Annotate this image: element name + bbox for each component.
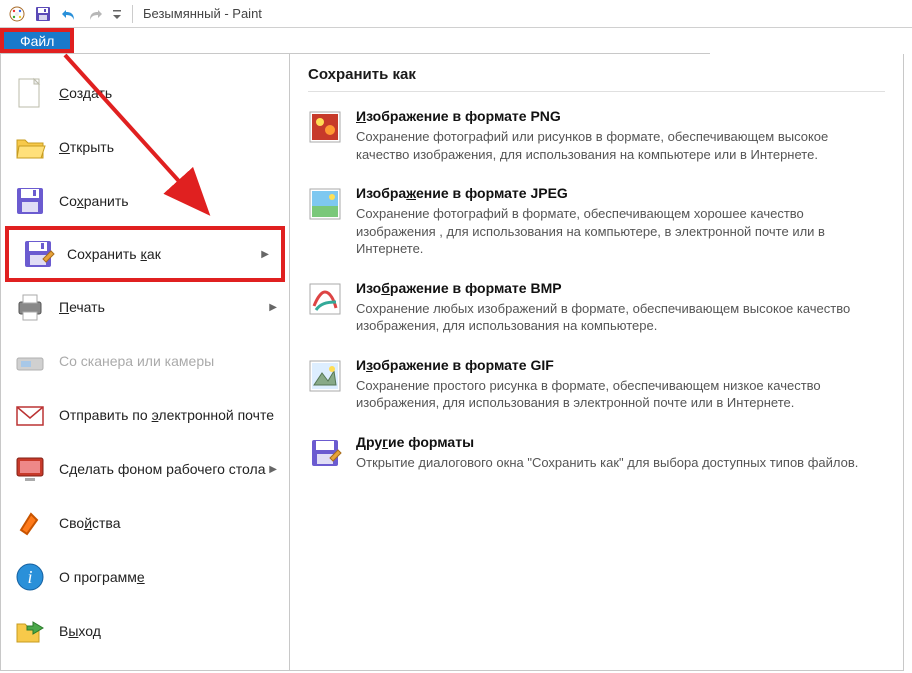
menu-item-saveas[interactable]: Сохранить как ▶ (5, 226, 285, 282)
menu-item-print[interactable]: Печать ▶ (1, 280, 289, 334)
submenu-arrow-icon: ▶ (269, 302, 277, 313)
menu-item-email[interactable]: Отправить по электронной почте (1, 388, 289, 442)
save-icon[interactable] (34, 5, 52, 23)
submenu-item-title: Изображение в формате GIF (356, 357, 885, 373)
submenu-item-desc: Сохранение простого рисунка в формате, о… (356, 377, 885, 412)
properties-icon (13, 506, 47, 540)
menu-label: Печать (59, 299, 105, 315)
menu-label: Сделать фоном рабочего стола (59, 461, 266, 477)
submenu-item-gif[interactable]: Изображение в формате GIF Сохранение про… (308, 349, 885, 426)
menu-label: Открыть (59, 139, 114, 155)
window-title: Безымянный - Paint (143, 6, 262, 21)
submenu-item-png[interactable]: Изображение в формате PNG Сохранение фот… (308, 100, 885, 177)
print-icon (13, 290, 47, 324)
tab-file-label: Файл (20, 33, 54, 49)
email-icon (13, 398, 47, 432)
undo-icon[interactable] (60, 5, 78, 23)
submenu-arrow-icon: ▶ (269, 464, 277, 475)
submenu-item-desc: Сохранение фотографий в формате, обеспеч… (356, 205, 885, 258)
about-icon: i (13, 560, 47, 594)
menu-item-properties[interactable]: Свойства (1, 496, 289, 550)
saveas-disk-icon (21, 237, 55, 271)
open-folder-icon (13, 130, 47, 164)
title-bar: Безымянный - Paint (0, 0, 912, 28)
exit-icon (13, 614, 47, 648)
menu-item-scanner: Со сканера или камеры (1, 334, 289, 388)
submenu-item-title: Изображение в формате BMP (356, 280, 885, 296)
customize-dropdown-icon[interactable] (112, 5, 122, 23)
bmp-icon (308, 282, 342, 316)
menu-item-wallpaper[interactable]: Сделать фоном рабочего стола ▶ (1, 442, 289, 496)
menu-label: Выход (59, 623, 101, 639)
menu-label: Свойства (59, 515, 121, 531)
svg-text:i: i (27, 567, 32, 587)
separator (132, 5, 133, 23)
submenu-item-other[interactable]: Другие форматы Открытие диалогового окна… (308, 426, 885, 486)
menu-item-exit[interactable]: Выход (1, 604, 289, 658)
menu-item-open[interactable]: Открыть (1, 120, 289, 174)
submenu-item-desc: Открытие диалогового окна "Сохранить как… (356, 454, 885, 472)
app-icon (8, 5, 26, 23)
submenu-item-title: Изображение в формате JPEG (356, 185, 885, 201)
menu-label: Сохранить (59, 193, 129, 209)
menu-item-save[interactable]: Сохранить (1, 174, 289, 228)
new-file-icon (13, 76, 47, 110)
menu-label: О программе (59, 569, 145, 585)
submenu-item-desc: Сохранение любых изображений в формате, … (356, 300, 885, 335)
menu-item-create[interactable]: Создать (1, 66, 289, 120)
submenu-item-bmp[interactable]: Изображение в формате BMP Сохранение люб… (308, 272, 885, 349)
submenu-arrow-icon: ▶ (261, 249, 269, 260)
menu-label: Создать (59, 85, 112, 101)
ribbon-tab-row: Файл (0, 28, 710, 54)
menu-item-about[interactable]: i О программе (1, 550, 289, 604)
submenu-item-title: Другие форматы (356, 434, 885, 450)
submenu-item-jpeg[interactable]: Изображение в формате JPEG Сохранение фо… (308, 177, 885, 272)
wallpaper-icon (13, 452, 47, 486)
submenu-heading: Сохранить как (308, 66, 885, 92)
file-menu: Создать Открыть Сохранить Сохранить как … (0, 54, 290, 671)
menu-label: Со сканера или камеры (59, 353, 214, 369)
other-format-icon (308, 436, 342, 470)
menu-label: Сохранить как (67, 246, 161, 262)
png-icon (308, 110, 342, 144)
tab-file[interactable]: Файл (0, 28, 74, 53)
submenu-item-title: Изображение в формате PNG (356, 108, 885, 124)
redo-icon[interactable] (86, 5, 104, 23)
save-disk-icon (13, 184, 47, 218)
menu-label: Отправить по электронной почте (59, 407, 274, 423)
scanner-icon (13, 344, 47, 378)
gif-icon (308, 359, 342, 393)
jpeg-icon (308, 187, 342, 221)
submenu-item-desc: Сохранение фотографий или рисунков в фор… (356, 128, 885, 163)
saveas-submenu: Сохранить как Изображение в формате PNG … (290, 54, 904, 671)
